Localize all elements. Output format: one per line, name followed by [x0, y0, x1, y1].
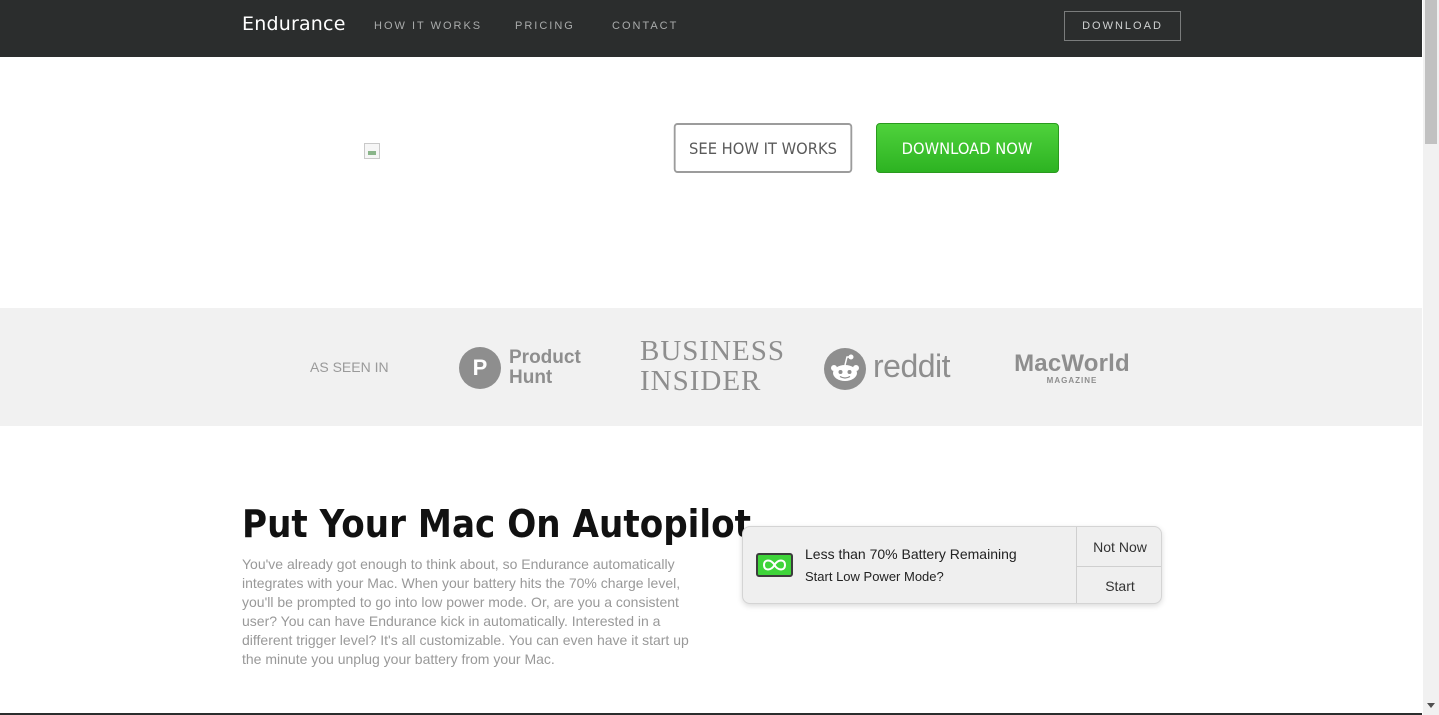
businessinsider-line2: INSIDER [640, 365, 762, 397]
producthunt-wordmark: Product Hunt [509, 348, 581, 388]
businessinsider-line1: BUSINESS [640, 335, 785, 367]
feature-description: You've already got enough to think about… [242, 556, 689, 667]
infinity-battery-icon [756, 553, 793, 577]
see-how-it-works-button[interactable]: SEE HOW IT WORKS [673, 123, 853, 173]
download-now-label: DOWNLOAD NOW [902, 138, 1033, 158]
businessinsider-logo: BUSINESS INSIDER [640, 336, 785, 396]
reddit-wordmark: reddit [873, 348, 951, 384]
brand-logo[interactable]: Endurance [242, 13, 346, 35]
top-navbar: Endurance HOW IT WORKS PRICING CONTACT D… [0, 0, 1422, 57]
macworld-logo: MacWorld MAGAZINE [1009, 350, 1135, 386]
not-now-button[interactable]: Not Now [1077, 527, 1161, 566]
producthunt-logo: P Product Hunt [459, 347, 599, 391]
nav-download-button[interactable]: DOWNLOAD [1064, 11, 1181, 41]
start-button[interactable]: Start [1077, 566, 1161, 603]
macworld-wordmark: MacWorld [1014, 350, 1130, 377]
producthunt-line1: Product [509, 347, 581, 368]
nav-link-contact[interactable]: CONTACT [612, 20, 678, 32]
nav-link-how-it-works[interactable]: HOW IT WORKS [374, 20, 482, 32]
vertical-scrollbar[interactable] [1423, 0, 1439, 715]
notification-title: Less than 70% Battery Remaining [805, 546, 1017, 562]
page: Endurance HOW IT WORKS PRICING CONTACT D… [0, 0, 1422, 715]
reddit-alien-icon [824, 348, 866, 390]
scrollbar-thumb[interactable] [1425, 0, 1437, 144]
scroll-down-arrow-icon[interactable] [1427, 703, 1435, 708]
notification-actions: Not Now Start [1076, 527, 1161, 603]
feature-title: Put Your Mac On Autopilot [242, 502, 751, 546]
broken-image-icon [364, 143, 380, 159]
producthunt-icon: P [459, 347, 501, 389]
producthunt-line2: Hunt [509, 367, 553, 388]
nav-link-pricing[interactable]: PRICING [515, 20, 575, 32]
battery-notification: Less than 70% Battery Remaining Start Lo… [742, 526, 1162, 604]
notification-subtitle: Start Low Power Mode? [805, 569, 944, 584]
download-now-button[interactable]: DOWNLOAD NOW [876, 123, 1059, 173]
macworld-subtitle: MAGAZINE [1046, 376, 1098, 385]
as-seen-in-section: AS SEEN IN P Product Hunt BUSINESS INSID… [0, 308, 1422, 426]
as-seen-in-label: AS SEEN IN [310, 359, 389, 375]
